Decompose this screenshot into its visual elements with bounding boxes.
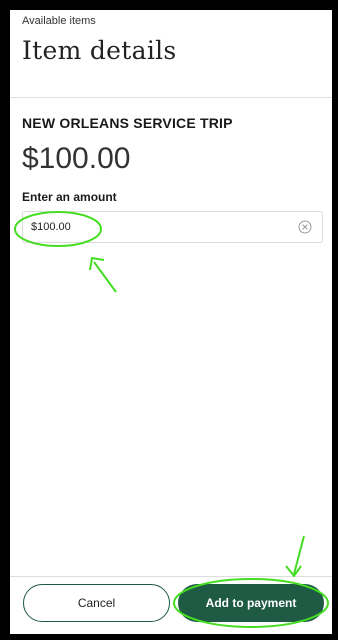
amount-label: Enter an amount [22,190,117,204]
breadcrumb[interactable]: Available items [22,15,96,27]
screenshot-frame: Available items Item details NEW ORLEANS… [0,0,338,640]
item-price: $100.00 [22,142,131,175]
panel-header: Available items Item details [10,10,332,98]
add-to-payment-button-label: Add to payment [205,596,297,610]
cancel-button-label: Cancel [77,596,116,610]
page-title: Item details [22,36,177,65]
add-to-payment-button[interactable]: Add to payment [178,584,324,622]
annotation-arrow-add [285,535,305,578]
item-name: NEW ORLEANS SERVICE TRIP [22,115,233,131]
annotation-arrow-amount [89,256,117,293]
amount-input[interactable]: $100.00 [22,211,323,243]
amount-input-value[interactable]: $100.00 [31,221,71,233]
circle-x-icon[interactable] [298,220,312,234]
cancel-button[interactable]: Cancel [23,584,170,622]
item-details-panel: Available items Item details NEW ORLEANS… [10,10,332,634]
